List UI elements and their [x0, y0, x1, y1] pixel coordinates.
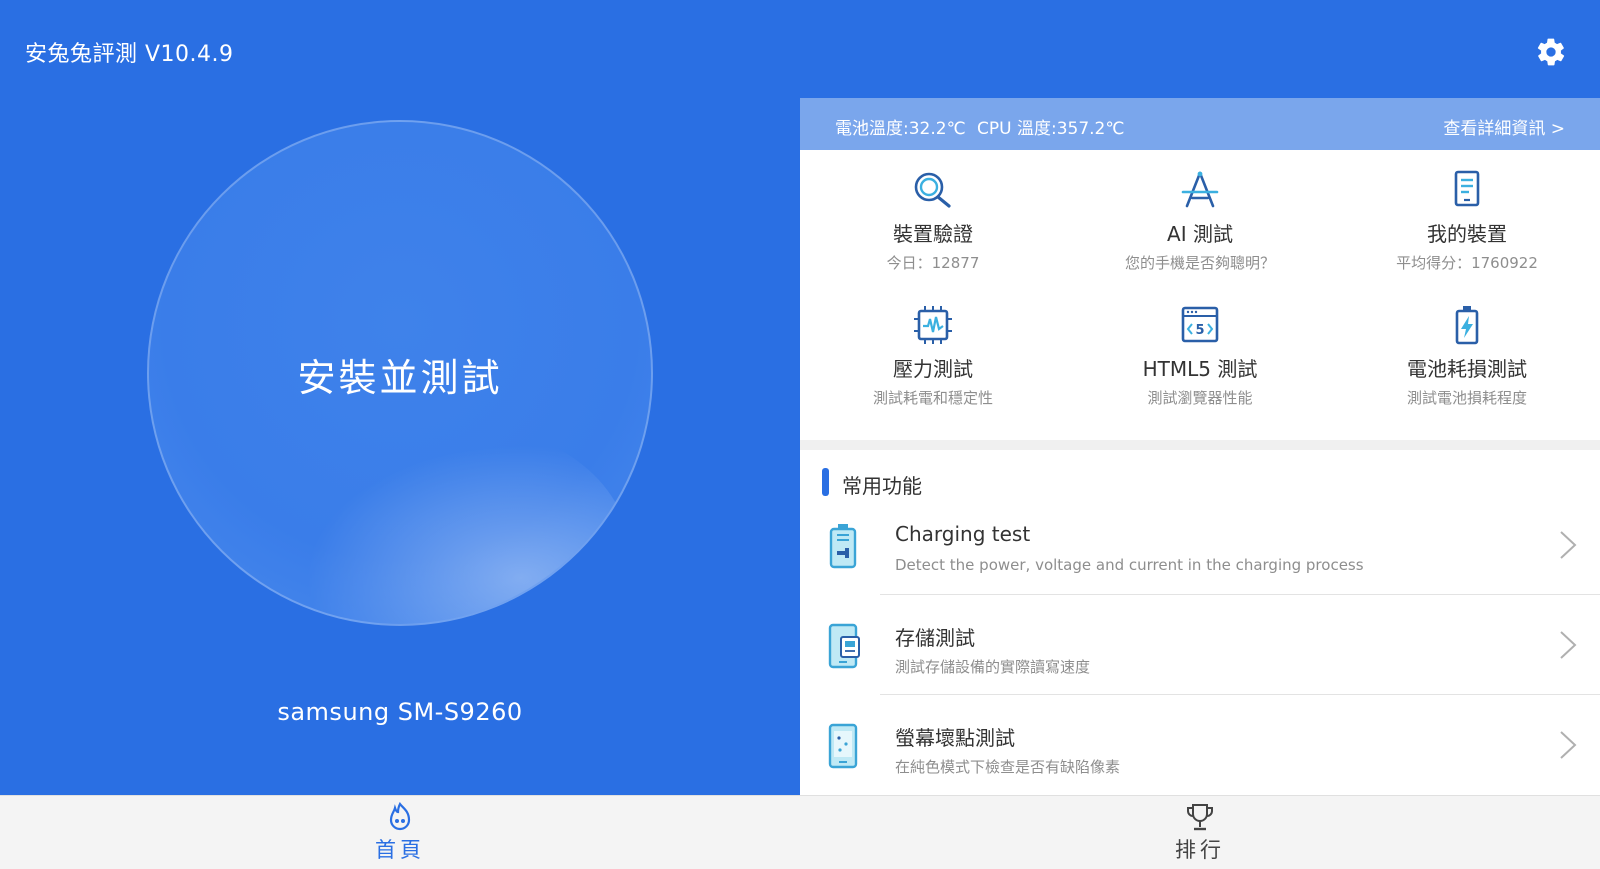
cpu-temperature: CPU 溫度:357.2℃: [977, 119, 1125, 139]
list-item-charging-test[interactable]: Charging test Detect the power, voltage …: [800, 495, 1600, 595]
feature-subtitle: 測試耗電和穩定性: [872, 389, 993, 407]
feature-subtitle: 測試電池損耗程度: [1406, 389, 1527, 407]
feature-my-device[interactable]: 我的裝置 平均得分：1760922: [1334, 170, 1600, 300]
storage-phone-icon: [828, 623, 860, 669]
list-item-subtitle: Detect the power, voltage and current in…: [895, 556, 1364, 574]
common-functions-section: 常用功能 Charging test Detect the power, vol…: [800, 450, 1600, 795]
nav-tab-home[interactable]: 首頁: [300, 796, 500, 869]
gear-icon: [1537, 38, 1565, 66]
list-item-subtitle: 測試存儲設備的實際讀寫速度: [895, 658, 1091, 676]
screen-pixel-icon: [828, 723, 858, 769]
chevron-right-icon: [1560, 631, 1577, 659]
battery-drain-icon: [1455, 306, 1479, 345]
svg-text:5: 5: [1195, 323, 1204, 338]
feature-device-verify[interactable]: 裝置驗證 今日：12877: [800, 170, 1066, 300]
list-item-storage-test[interactable]: 存儲測試 測試存儲設備的實際讀寫速度: [800, 595, 1600, 695]
my-device-icon: [1454, 170, 1480, 207]
chevron-right-icon: [1560, 531, 1577, 559]
antutu-flame-icon: [389, 802, 411, 831]
feature-title: HTML5 測試: [1142, 357, 1258, 381]
feature-grid: 裝置驗證 今日：12877 AI 測試 您的手機是否夠聰明？ 我的裝置 平均得分…: [800, 150, 1600, 440]
list-item-title: 存儲測試: [895, 626, 975, 650]
list-item-title: 螢幕壞點測試: [895, 726, 1015, 750]
list-item-title: Charging test: [895, 522, 1031, 546]
feature-title: 電池耗損測試: [1407, 357, 1527, 381]
nav-tab-label: 排行: [1175, 838, 1225, 862]
stress-chip-icon: [914, 306, 952, 344]
feature-battery-drain-test[interactable]: 電池耗損測試 測試電池損耗程度: [1334, 305, 1600, 435]
html5-icon: 5: [1181, 306, 1219, 343]
feature-subtitle: 測試瀏覽器性能: [1147, 389, 1253, 407]
app-header: 安兔兔評測 V10.4.9: [0, 0, 1600, 98]
nav-tab-ranking[interactable]: 排行: [1100, 796, 1300, 869]
feature-ai-test[interactable]: AI 測試 您的手機是否夠聰明？: [1067, 170, 1333, 300]
chevron-right-icon: [1560, 731, 1577, 759]
install-and-test-button[interactable]: 安裝並測試: [147, 120, 653, 626]
ai-icon: [1181, 171, 1219, 208]
feature-title: 壓力測試: [893, 357, 973, 381]
feature-subtitle: 今日：12877: [886, 254, 980, 272]
feature-html5-test[interactable]: 5 HTML5 測試 測試瀏覽器性能: [1067, 305, 1333, 435]
feature-stress-test[interactable]: 壓力測試 測試耗電和穩定性: [800, 305, 1066, 435]
feature-title: AI 測試: [1167, 222, 1233, 246]
install-and-test-label: 安裝並測試: [297, 356, 503, 400]
feature-title: 我的裝置: [1427, 222, 1507, 246]
trophy-icon: [1187, 804, 1213, 831]
feature-subtitle: 您的手機是否夠聰明？: [1124, 254, 1275, 272]
left-panel: 安裝並測試 samsung SM-S9260: [0, 98, 800, 795]
feature-subtitle: 平均得分：1760922: [1396, 254, 1538, 272]
feature-title: 裝置驗證: [893, 222, 973, 246]
list-item-screen-pixel-test[interactable]: 螢幕壞點測試 在純色模式下檢查是否有缺陷像素: [800, 695, 1600, 795]
charging-battery-icon: [829, 524, 857, 569]
bottom-navigation: 首頁 排行: [0, 795, 1600, 869]
search-icon: [914, 172, 951, 208]
temperature-bar: 電池溫度:32.2℃ CPU 溫度:357.2℃ 查看詳細資訊 >: [800, 98, 1600, 150]
settings-button[interactable]: [1535, 36, 1567, 68]
device-name: samsung SM-S9260: [277, 698, 523, 726]
nav-tab-label: 首頁: [375, 838, 425, 862]
app-title: 安兔兔評測 V10.4.9: [25, 42, 234, 67]
battery-temperature: 電池溫度:32.2℃: [835, 119, 966, 139]
list-item-subtitle: 在純色模式下檢查是否有缺陷像素: [895, 758, 1121, 776]
right-panel: 電池溫度:32.2℃ CPU 溫度:357.2℃ 查看詳細資訊 > 裝置驗證 今…: [800, 98, 1600, 795]
section-marker: [822, 468, 829, 496]
view-details-link[interactable]: 查看詳細資訊 >: [1443, 114, 1565, 139]
